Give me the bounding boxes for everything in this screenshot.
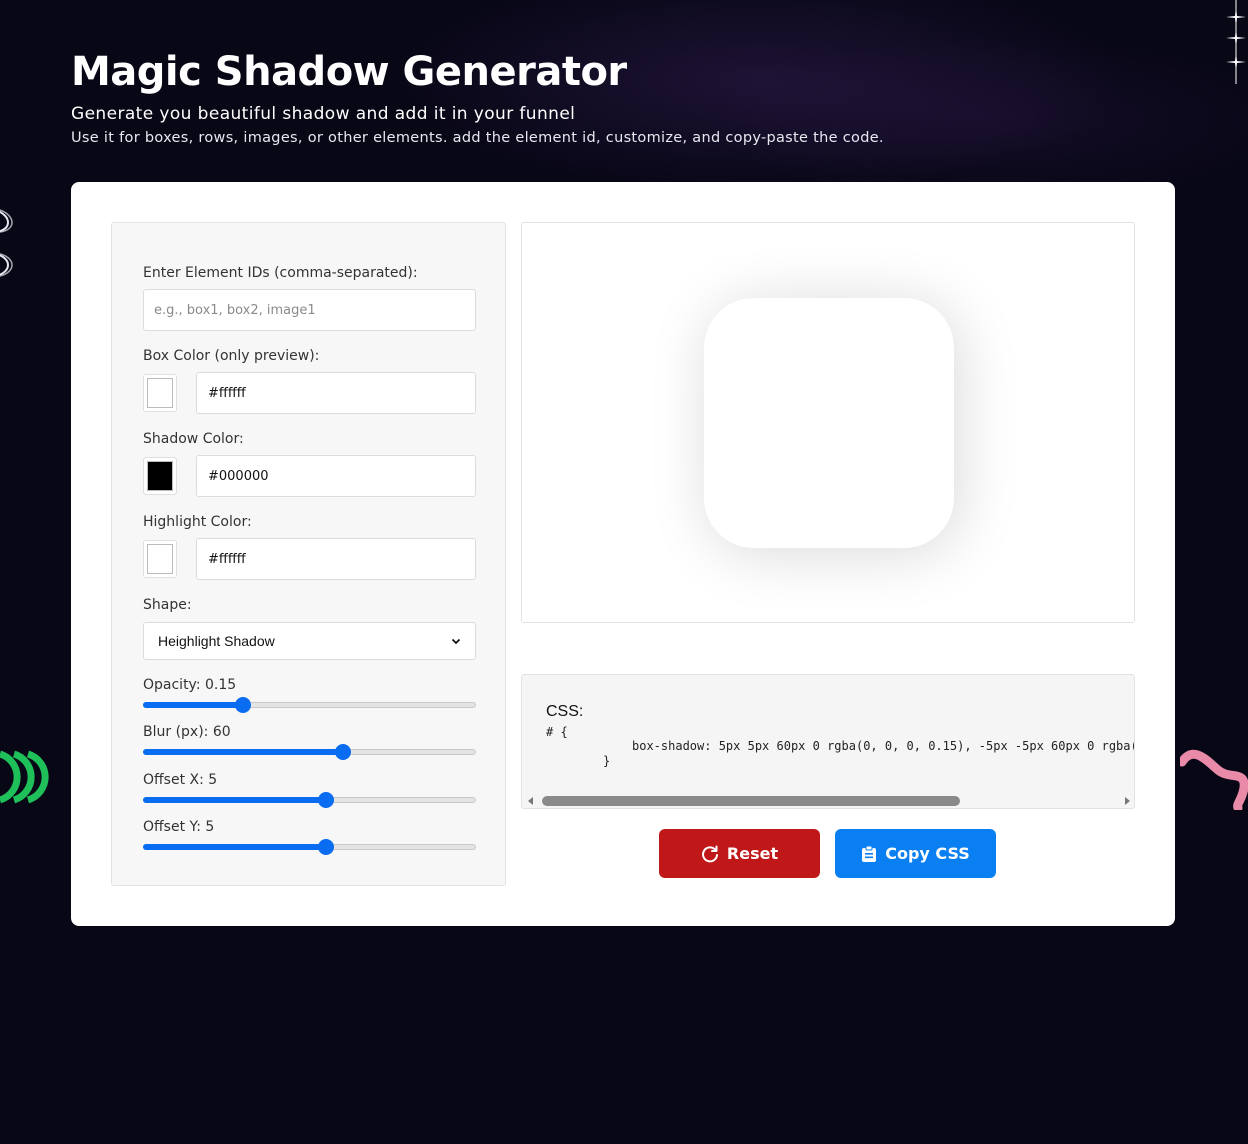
- element-ids-placeholder: e.g., box1, box2, image1: [154, 302, 316, 318]
- page-title: Magic Shadow Generator: [71, 49, 627, 95]
- offset-y-thumb[interactable]: [318, 839, 335, 855]
- blur-fill: [143, 749, 343, 755]
- offset-x-slider[interactable]: [143, 792, 476, 808]
- copy-css-button-label: Copy CSS: [885, 844, 970, 863]
- opacity-fill: [143, 702, 243, 708]
- shape-select[interactable]: Heighlight Shadow: [143, 622, 476, 660]
- wave-decoration-icon: [0, 209, 13, 298]
- shape-selected-value: Heighlight Shadow: [158, 633, 275, 649]
- page-subtitle: Generate you beautiful shadow and add it…: [71, 104, 576, 124]
- opacity-thumb[interactable]: [234, 697, 251, 713]
- clipboard-icon: [862, 845, 877, 862]
- controls-panel: Enter Element IDs (comma-separated): e.g…: [111, 222, 506, 886]
- sparkle-decoration-icon: [1226, 0, 1246, 84]
- box-color-label: Box Color (only preview):: [143, 348, 320, 364]
- shadow-preview-area: [521, 222, 1135, 623]
- signal-decoration-icon: [0, 750, 49, 804]
- blur-label: Blur (px): 60: [143, 724, 231, 740]
- blur-slider[interactable]: [143, 744, 476, 760]
- css-output-panel: CSS: # { box-shadow: 5px 5px 60px 0 rgba…: [521, 674, 1135, 809]
- offset-y-label: Offset Y: 5: [143, 819, 215, 835]
- scroll-right-arrow-icon[interactable]: [1122, 796, 1132, 806]
- highlight-color-label: Highlight Color:: [143, 514, 252, 530]
- css-selector-line: # {: [546, 725, 568, 739]
- page-description: Use it for boxes, rows, images, or other…: [71, 130, 884, 146]
- box-color-picker[interactable]: [143, 374, 177, 412]
- opacity-slider[interactable]: [143, 697, 476, 713]
- opacity-label: Opacity: 0.15: [143, 677, 237, 693]
- blur-thumb[interactable]: [334, 744, 351, 760]
- scrollbar-thumb[interactable]: [542, 796, 960, 806]
- refresh-icon: [701, 845, 718, 862]
- offset-y-slider[interactable]: [143, 839, 476, 855]
- reset-button[interactable]: Reset: [659, 829, 820, 878]
- shadow-color-input[interactable]: #000000: [196, 455, 476, 497]
- shadow-color-label: Shadow Color:: [143, 431, 244, 447]
- element-ids-label: Enter Element IDs (comma-separated):: [143, 265, 418, 281]
- css-box-shadow-line: box-shadow: 5px 5px 60px 0 rgba(0, 0, 0,…: [632, 739, 1135, 753]
- css-output-title: CSS:: [546, 703, 584, 720]
- highlight-color-picker[interactable]: [143, 540, 177, 578]
- chevron-down-icon: [451, 638, 461, 645]
- shadow-color-picker[interactable]: [143, 457, 177, 495]
- offset-x-label: Offset X: 5: [143, 772, 218, 788]
- highlight-color-input[interactable]: #ffffff: [196, 538, 476, 580]
- reset-button-label: Reset: [726, 844, 779, 863]
- horizontal-scrollbar[interactable]: [522, 793, 1134, 808]
- preview-box: [704, 298, 954, 548]
- scroll-left-arrow-icon[interactable]: [526, 796, 536, 806]
- generator-card: Enter Element IDs (comma-separated): e.g…: [71, 182, 1175, 926]
- shape-label: Shape:: [143, 597, 192, 613]
- offset-y-fill: [143, 844, 327, 850]
- css-closing-brace: }: [603, 754, 611, 768]
- shadow-color-swatch: [147, 461, 173, 491]
- box-color-input[interactable]: #ffffff: [196, 372, 476, 414]
- highlight-color-swatch: [147, 544, 173, 574]
- box-color-swatch: [147, 378, 173, 408]
- copy-css-button[interactable]: Copy CSS: [835, 829, 996, 878]
- element-ids-input[interactable]: e.g., box1, box2, image1: [143, 289, 476, 331]
- squiggle-decoration-icon: [1180, 750, 1248, 810]
- offset-x-thumb[interactable]: [318, 792, 335, 808]
- offset-x-fill: [143, 797, 327, 803]
